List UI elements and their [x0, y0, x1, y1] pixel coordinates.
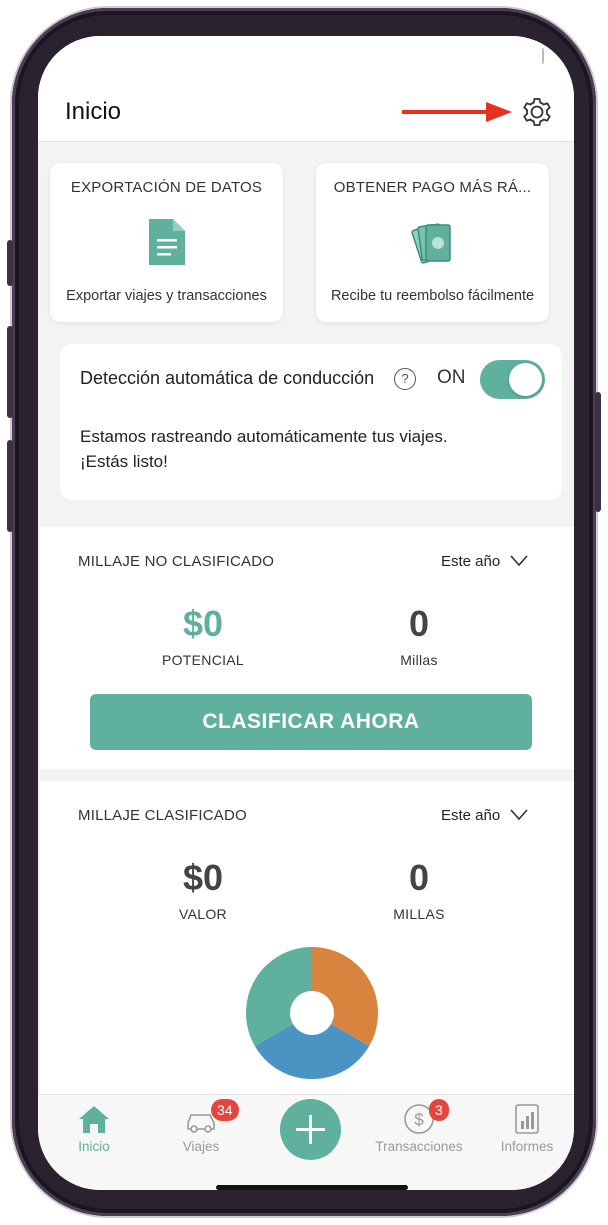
trips-count-badge: 34	[211, 1099, 239, 1121]
report-icon	[515, 1104, 539, 1134]
nav-label-viajes: Viajes	[182, 1139, 220, 1154]
get-paid-faster-card[interactable]: OBTENER PAGO MÁS RÁ... Recibe tu reembol…	[316, 163, 549, 322]
auto-detection-title: Detección automática de conducción	[80, 368, 375, 388]
get-paid-faster-subtitle: Recibe tu reembolso fácilmente	[330, 288, 535, 304]
unclassified-miles-label: Millas	[400, 652, 438, 668]
potential-label: POTENCIAL	[161, 652, 245, 668]
nav-label-transacciones: Transacciones	[375, 1139, 463, 1154]
app-screen: Inicio EXPORTACIÓN DE DATOS Exportar via…	[38, 36, 574, 1190]
nav-label-inicio: Inicio	[78, 1139, 110, 1154]
home-icon	[79, 1106, 109, 1133]
phone-side-button	[7, 440, 13, 532]
mileage-donut-chart	[246, 947, 378, 1079]
classified-period-dropdown[interactable]: Este año	[441, 807, 500, 824]
phone-side-button	[7, 240, 13, 286]
auto-detection-card: Detección automática de conducción ? ON …	[60, 344, 562, 500]
phone-side-button	[7, 326, 13, 418]
classified-value-label: VALOR	[179, 906, 227, 922]
nav-tab-inicio[interactable]: Inicio	[44, 1103, 144, 1154]
app-header: Inicio	[38, 36, 574, 142]
data-export-title: EXPORTACIÓN DE DATOS	[70, 179, 263, 196]
nav-tab-informes[interactable]: Informes	[477, 1103, 574, 1154]
unclassified-mileage-title: MILLAJE NO CLASIFICADO	[78, 553, 275, 570]
classified-mileage-section: MILLAJE CLASIFICADO Este año $0 VALOR 0 …	[40, 781, 574, 1094]
bottom-nav: Inicio Viajes 34 $ Transacciones 3 Infor…	[38, 1094, 574, 1190]
home-indicator	[216, 1185, 408, 1190]
nav-tab-viajes[interactable]: Viajes 34	[151, 1099, 251, 1154]
status-indicator	[540, 48, 544, 64]
nav-label-informes: Informes	[500, 1139, 554, 1154]
unclassified-period-dropdown[interactable]: Este año	[441, 553, 500, 570]
classified-value: $0	[182, 857, 224, 898]
classify-now-button[interactable]: CLASIFICAR AHORA	[90, 694, 532, 750]
auto-detection-toggle[interactable]	[480, 360, 545, 399]
toggle-knob	[509, 363, 542, 396]
get-paid-faster-title: OBTENER PAGO MÁS RÁ...	[333, 179, 532, 196]
red-arrow-annotation	[402, 102, 512, 122]
settings-gear-icon[interactable]	[520, 95, 554, 129]
cash-icon	[410, 223, 451, 264]
nav-tab-transacciones[interactable]: $ Transacciones 3	[369, 1099, 469, 1154]
phone-side-button	[595, 392, 601, 512]
data-export-card[interactable]: EXPORTACIÓN DE DATOS Exportar viajes y t…	[50, 163, 283, 322]
auto-detection-description: Estamos rastreando automáticamente tus v…	[80, 427, 448, 471]
toggle-state-label: ON	[437, 367, 466, 388]
unclassified-mileage-section: MILLAJE NO CLASIFICADO Este año $0 POTEN…	[40, 527, 574, 769]
potential-value: $0	[182, 603, 224, 644]
add-button[interactable]	[280, 1099, 341, 1160]
donut-hole	[290, 991, 334, 1035]
data-export-subtitle: Exportar viajes y transacciones	[66, 288, 267, 304]
chevron-down-icon[interactable]	[510, 555, 528, 567]
classified-mileage-title: MILLAJE CLASIFICADO	[78, 807, 247, 824]
help-question-icon[interactable]: ?	[394, 368, 416, 390]
document-icon	[148, 219, 185, 265]
chevron-down-icon[interactable]	[510, 809, 528, 821]
unclassified-miles-value: 0	[408, 603, 430, 644]
page-title: Inicio	[65, 98, 122, 125]
classified-miles-label: MILLAS	[393, 906, 445, 922]
svg-text:$: $	[414, 1110, 424, 1129]
classified-miles-value: 0	[408, 857, 430, 898]
transactions-count-badge: 3	[429, 1099, 449, 1121]
plus-icon	[296, 1115, 325, 1144]
